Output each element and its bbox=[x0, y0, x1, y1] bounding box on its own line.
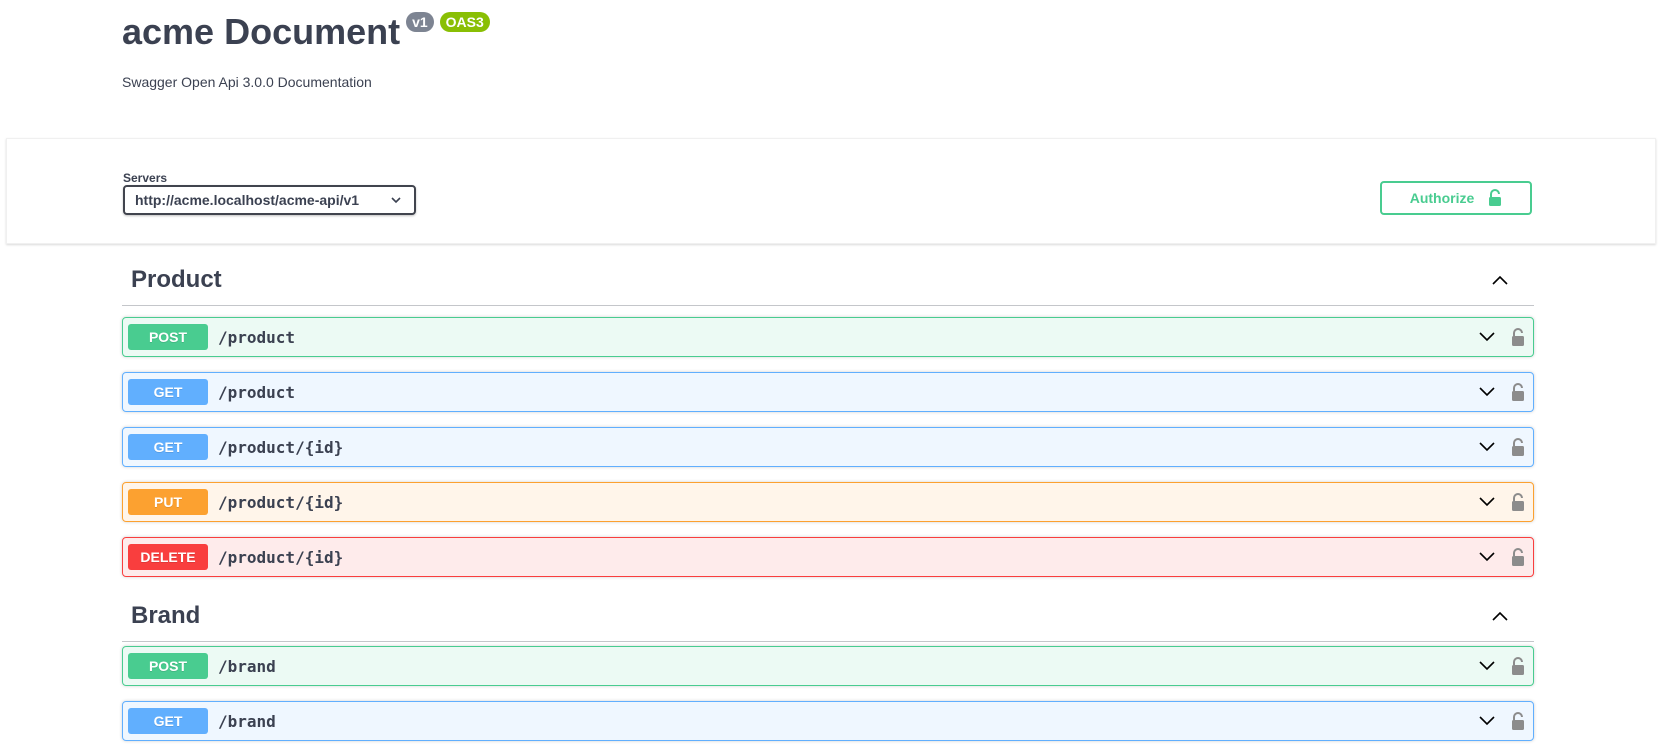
chevron-up-icon[interactable] bbox=[1490, 270, 1510, 290]
operation-path: /product/{id} bbox=[218, 492, 344, 512]
operation-post-product[interactable]: POST /product bbox=[122, 317, 1534, 357]
method-badge: GET bbox=[128, 379, 208, 405]
lock-icon[interactable] bbox=[1511, 656, 1525, 676]
chevron-down-icon[interactable] bbox=[1477, 656, 1497, 676]
operation-path: /brand bbox=[218, 711, 276, 731]
chevron-down-icon[interactable] bbox=[1477, 711, 1497, 731]
chevron-up-icon[interactable] bbox=[1490, 606, 1510, 626]
chevron-down-icon[interactable] bbox=[1477, 382, 1497, 402]
scheme-container: Servers http://acme.localhost/acme-api/v… bbox=[6, 138, 1656, 244]
authorize-label: Authorize bbox=[1409, 190, 1475, 206]
tag-brand[interactable]: Brand bbox=[122, 590, 1534, 642]
operation-path: /product/{id} bbox=[218, 437, 344, 457]
lock-icon[interactable] bbox=[1511, 547, 1525, 567]
page-title: acme Document bbox=[122, 11, 401, 52]
operation-path: /product bbox=[218, 382, 296, 402]
operation-get-brand[interactable]: GET /brand bbox=[122, 701, 1534, 741]
chevron-down-icon[interactable] bbox=[1477, 547, 1497, 567]
version-badge: v1 bbox=[406, 12, 434, 32]
swagger-ui: acme Document v1 OAS3 Swagger Open Api 3… bbox=[0, 0, 1660, 753]
chevron-down-icon[interactable] bbox=[1477, 492, 1497, 512]
lock-icon[interactable] bbox=[1511, 382, 1525, 402]
tag-title: Brand bbox=[131, 601, 201, 629]
operation-controls bbox=[1477, 547, 1525, 567]
lock-icon[interactable] bbox=[1511, 492, 1525, 512]
operation-controls bbox=[1477, 492, 1525, 512]
oas-badge: OAS3 bbox=[439, 12, 490, 32]
servers-label: Servers bbox=[123, 171, 168, 185]
operation-controls bbox=[1477, 656, 1525, 676]
method-badge: POST bbox=[128, 324, 208, 350]
operation-post-brand[interactable]: POST /brand bbox=[122, 646, 1534, 686]
tag-title: Product bbox=[131, 265, 222, 293]
chevron-down-icon[interactable] bbox=[1477, 327, 1497, 347]
servers-selected-value: http://acme.localhost/acme-api/v1 bbox=[135, 192, 360, 208]
lock-icon[interactable] bbox=[1511, 437, 1525, 457]
operation-get-product-id[interactable]: GET /product/{id} bbox=[122, 427, 1534, 467]
operation-get-product[interactable]: GET /product bbox=[122, 372, 1534, 412]
operation-controls bbox=[1477, 437, 1525, 457]
operation-delete-product-id[interactable]: DELETE /product/{id} bbox=[122, 537, 1534, 577]
tag-product[interactable]: Product bbox=[122, 254, 1534, 306]
lock-icon[interactable] bbox=[1511, 711, 1525, 731]
api-info: acme Document v1 OAS3 Swagger Open Api 3… bbox=[122, 0, 490, 90]
authorize-button[interactable]: Authorize bbox=[1380, 181, 1532, 215]
operation-path: /product/{id} bbox=[218, 547, 344, 567]
title-row: acme Document v1 OAS3 bbox=[122, 0, 490, 60]
servers-select[interactable]: http://acme.localhost/acme-api/v1 bbox=[123, 185, 416, 215]
chevron-down-icon[interactable] bbox=[1477, 437, 1497, 457]
method-badge: GET bbox=[128, 434, 208, 460]
operation-controls bbox=[1477, 382, 1525, 402]
operation-put-product-id[interactable]: PUT /product/{id} bbox=[122, 482, 1534, 522]
operation-controls bbox=[1477, 327, 1525, 347]
unlock-icon bbox=[1489, 189, 1502, 206]
api-description: Swagger Open Api 3.0.0 Documentation bbox=[122, 74, 372, 90]
operation-path: /brand bbox=[218, 656, 276, 676]
method-badge: GET bbox=[128, 708, 208, 734]
method-badge: PUT bbox=[128, 489, 208, 515]
operation-controls bbox=[1477, 711, 1525, 731]
lock-icon[interactable] bbox=[1511, 327, 1525, 347]
chevron-down-icon bbox=[391, 197, 401, 204]
method-badge: DELETE bbox=[128, 544, 208, 570]
operation-path: /product bbox=[218, 327, 296, 347]
badges: v1 OAS3 bbox=[406, 12, 490, 32]
method-badge: POST bbox=[128, 653, 208, 679]
